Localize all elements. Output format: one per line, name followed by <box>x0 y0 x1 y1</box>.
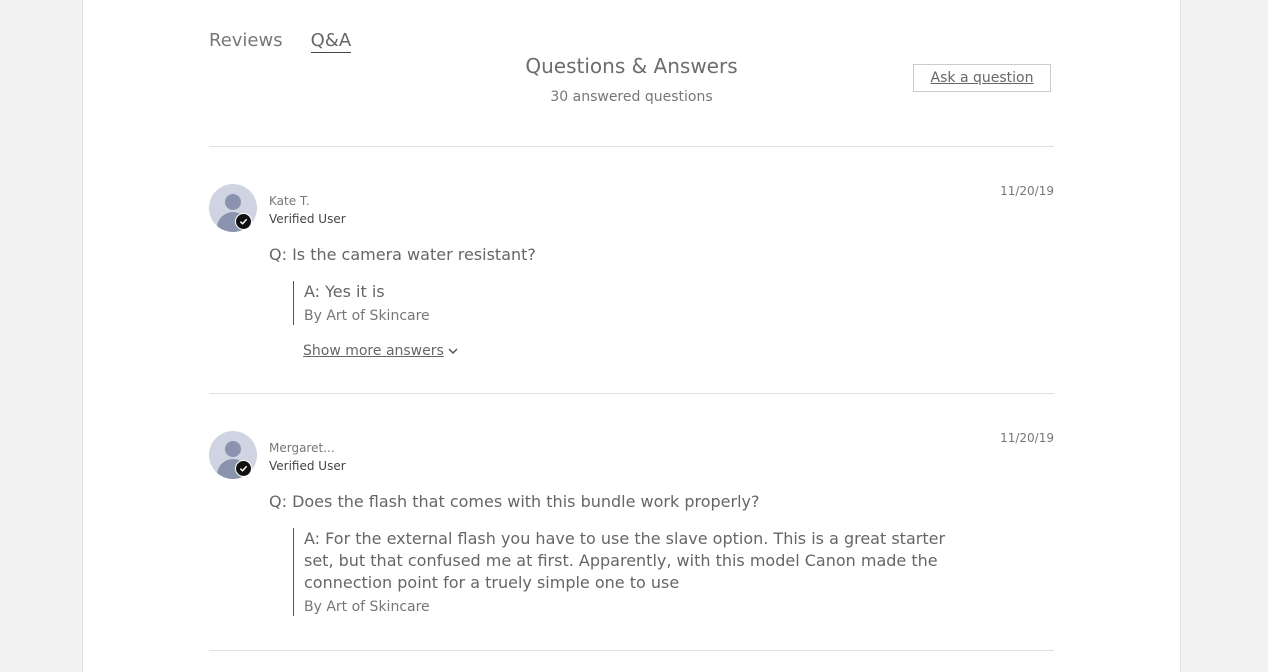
answer-text: A: Yes it is <box>304 282 385 301</box>
answer-author: By Art of Skincare <box>304 599 430 615</box>
question-date: 11/20/19 <box>1000 184 1054 198</box>
answer-block: A: Yes it is By Art of Skincare <box>293 281 964 325</box>
divider <box>209 146 1054 147</box>
avatar-head-icon <box>225 194 241 210</box>
show-more-label: Show more answers <box>303 343 444 359</box>
user-status: Verified User <box>269 212 346 226</box>
question-item: Kate T. Verified User 11/20/19 Q: Is the… <box>209 184 1054 364</box>
question-date: 11/20/19 <box>1000 431 1054 445</box>
divider <box>209 393 1054 394</box>
chevron-down-icon <box>448 343 458 359</box>
divider <box>209 650 1054 651</box>
check-circle-icon <box>235 460 252 477</box>
answer-block: A: For the external flash you have to us… <box>293 528 964 616</box>
show-more-answers-link[interactable]: Show more answers <box>303 343 458 359</box>
qa-panel: Reviews Q&A Questions & Answers 30 answe… <box>82 0 1181 672</box>
tab-reviews[interactable]: Reviews <box>209 30 283 53</box>
answer-text: A: For the external flash you have to us… <box>304 529 946 592</box>
avatar-head-icon <box>225 441 241 457</box>
answer-author: By Art of Skincare <box>304 308 430 324</box>
user-name: Kate T. <box>269 194 310 208</box>
question-text: Q: Is the camera water resistant? <box>269 245 536 264</box>
user-status: Verified User <box>269 459 346 473</box>
question-text: Q: Does the flash that comes with this b… <box>269 492 760 511</box>
check-circle-icon <box>235 213 252 230</box>
tab-qa[interactable]: Q&A <box>310 30 352 53</box>
ask-question-button[interactable]: Ask a question <box>913 64 1051 92</box>
user-name: Mergaret... <box>269 441 335 455</box>
question-item: Mergaret... Verified User 11/20/19 Q: Do… <box>209 431 1054 631</box>
tab-bar: Reviews Q&A <box>209 30 352 53</box>
